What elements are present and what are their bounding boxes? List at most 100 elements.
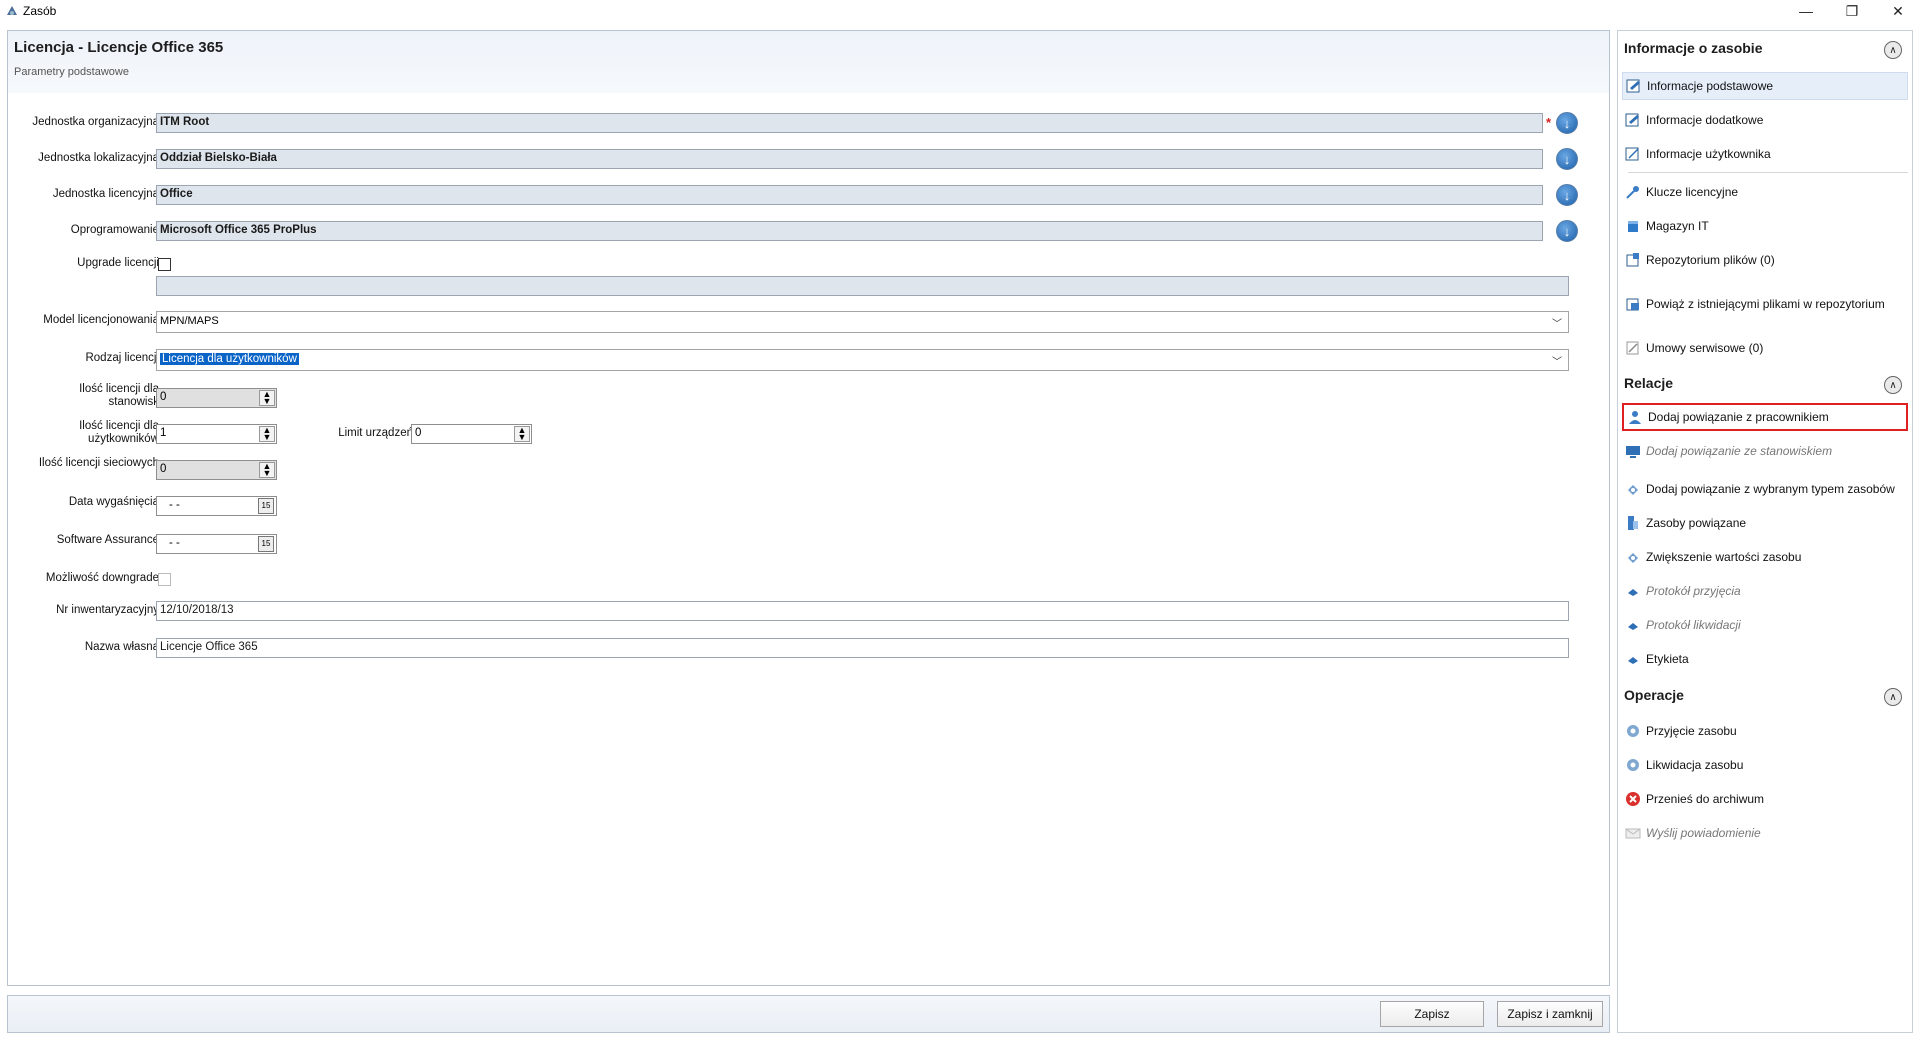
qty-network-label: Ilość licencji sieciowych — [38, 457, 159, 469]
loc-unit-field[interactable]: Oddział Bielsko-Biała — [156, 149, 1543, 169]
sidebar-item-label: Umowy serwisowe (0) — [1646, 341, 1764, 355]
sidebar-item-it-warehouse[interactable]: Magazyn IT — [1622, 212, 1908, 240]
qty-stations-stepper[interactable]: 0 ▲ ▼ — [156, 388, 277, 408]
sidebar-item-link-employee[interactable]: Dodaj powiązanie z pracownikiem — [1622, 403, 1908, 431]
related-resources-icon — [1628, 516, 1638, 530]
device-limit-stepper[interactable]: 0 ▲ ▼ — [411, 424, 532, 444]
workstation-icon — [1626, 446, 1640, 458]
expiry-date-field[interactable]: - - 15 — [156, 496, 277, 516]
chevron-down-icon: ﹀ — [1552, 357, 1562, 368]
link-resource-icon — [1628, 485, 1638, 495]
sidebar-item-user-info[interactable]: Informacje użytkownika — [1622, 140, 1908, 168]
accept-resource-icon — [1627, 725, 1639, 737]
lic-unit-select-icon[interactable]: ↓ — [1556, 184, 1578, 206]
inventory-no-label: Nr inwentaryzacyjny — [56, 604, 159, 616]
model-select[interactable]: MPN/MAPS ﹀ — [156, 311, 1569, 333]
link-employee-icon — [1629, 411, 1641, 424]
expiry-value: - - — [169, 499, 180, 511]
form-panel: Licencja - Licencje Office 365 Parametry… — [7, 30, 1610, 986]
contract-icon — [1626, 341, 1639, 355]
qty-stations-label-line1: Ilość licencji dla — [79, 383, 159, 395]
qty-network-stepper[interactable]: 0 ▲ ▼ — [156, 460, 277, 480]
footer-bar: Zapisz Zapisz i zamknij — [7, 995, 1610, 1033]
software-assurance-value: - - — [169, 537, 180, 549]
sidebar-item-link-workstation[interactable]: Dodaj powiązanie ze stanowiskiem — [1622, 437, 1908, 465]
sidebar-item-additional-info[interactable]: Informacje dodatkowe — [1622, 106, 1908, 134]
calendar-icon[interactable]: 15 — [258, 536, 274, 552]
resource-sidebar: Informacje o zasobie ∧ Informacje podsta… — [1617, 30, 1913, 1033]
sidebar-item-link-resource-type[interactable]: Dodaj powiązanie z wybranym typem zasobó… — [1622, 475, 1908, 503]
qty-stations-label: Ilość licencji dla stanowisk — [14, 383, 159, 409]
sidebar-item-link-files[interactable]: Powiąż z istniejącymi plikami w repozyto… — [1622, 290, 1908, 318]
software-field[interactable]: Microsoft Office 365 ProPlus — [156, 221, 1543, 241]
calendar-icon[interactable]: 15 — [258, 498, 274, 514]
sidebar-item-label: Informacje dodatkowe — [1646, 113, 1764, 127]
sidebar-item-send-notification[interactable]: Wyślij powiadomienie — [1622, 819, 1908, 847]
downgrade-label: Możliwość downgrade — [45, 572, 159, 584]
link-files-icon — [1626, 298, 1639, 311]
envelope-icon — [1625, 828, 1641, 839]
own-name-field[interactable]: Licencje Office 365 — [156, 638, 1569, 658]
spin-arrows-icon[interactable]: ▲ ▼ — [259, 462, 275, 478]
sidebar-item-file-repository[interactable]: Repozytorium plików (0) — [1622, 246, 1908, 274]
qty-stations-value: 0 — [160, 391, 167, 403]
downgrade-checkbox[interactable] — [158, 573, 171, 586]
inventory-no-field[interactable]: 12/10/2018/13 — [156, 601, 1569, 621]
spin-arrows-icon[interactable]: ▲ ▼ — [259, 426, 275, 442]
lic-unit-field[interactable]: Office — [156, 185, 1543, 205]
upgrade-field — [156, 276, 1569, 296]
sidebar-item-label-print[interactable]: Etykieta — [1622, 645, 1908, 673]
sidebar-item-label: Przyjęcie zasobu — [1646, 724, 1737, 738]
increase-value-icon — [1628, 553, 1638, 563]
protocol-icon — [1628, 623, 1638, 630]
org-unit-field[interactable]: ITM Root — [156, 113, 1543, 133]
save-close-button[interactable]: Zapisz i zamknij — [1497, 1001, 1603, 1027]
sidebar-item-label: Etykieta — [1646, 652, 1689, 666]
save-button[interactable]: Zapisz — [1380, 1001, 1484, 1027]
sidebar-item-label: Protokół likwidacji — [1646, 618, 1741, 632]
license-type-select[interactable]: Licencja dla użytkowników ﹀ — [156, 349, 1569, 371]
sidebar-item-increase-value[interactable]: Zwiększenie wartości zasobu — [1622, 543, 1908, 571]
spin-arrows-icon[interactable]: ▲ ▼ — [514, 426, 530, 442]
spin-arrows-icon[interactable]: ▲ ▼ — [259, 390, 275, 406]
qty-users-stepper[interactable]: 1 ▲ ▼ — [156, 424, 277, 444]
maximize-button[interactable]: ❐ — [1829, 0, 1875, 22]
software-label: Oprogramowanie — [70, 224, 159, 236]
sidebar-item-related-resources[interactable]: Zasoby powiązane — [1622, 509, 1908, 537]
chevron-down-icon: ﹀ — [1552, 319, 1562, 330]
minimize-button[interactable]: — — [1783, 0, 1829, 22]
sidebar-item-accept-resource[interactable]: Przyjęcie zasobu — [1622, 717, 1908, 745]
loc-unit-label: Jednostka lokalizacyjna — [38, 152, 159, 164]
qty-users-label-line2: użytkowników — [88, 433, 159, 445]
sidebar-item-move-archive[interactable]: Przenieś do archiwum — [1622, 785, 1908, 813]
upgrade-checkbox[interactable] — [158, 258, 171, 271]
info-section-title: Informacje o zasobie — [1624, 40, 1763, 56]
software-assurance-date-field[interactable]: - - 15 — [156, 534, 277, 554]
edit-form-icon — [1626, 79, 1640, 93]
sidebar-item-label: Likwidacja zasobu — [1646, 758, 1744, 772]
org-unit-select-icon[interactable]: ↓ — [1556, 112, 1578, 134]
sidebar-item-license-keys[interactable]: Klucze licencyjne — [1622, 178, 1908, 206]
upgrade-label: Upgrade licencji — [77, 257, 159, 269]
software-select-icon[interactable]: ↓ — [1556, 220, 1578, 242]
qty-users-label-line1: Ilość licencji dla — [79, 420, 159, 432]
edit-form-plus-icon — [1625, 113, 1639, 127]
sidebar-item-service-contracts[interactable]: Umowy serwisowe (0) — [1622, 334, 1908, 362]
license-type-label: Rodzaj licencji — [85, 352, 159, 364]
sidebar-item-liquidation-protocol[interactable]: Protokół likwidacji — [1622, 611, 1908, 639]
sidebar-item-label: Protokół przyjęcia — [1646, 584, 1741, 598]
loc-unit-select-icon[interactable]: ↓ — [1556, 148, 1578, 170]
sidebar-item-label: Wyślij powiadomienie — [1646, 826, 1761, 840]
sidebar-item-liquidate-resource[interactable]: Likwidacja zasobu — [1622, 751, 1908, 779]
app-icon — [7, 6, 17, 15]
collapse-icon[interactable]: ∧ — [1884, 688, 1902, 706]
close-button[interactable]: ✕ — [1875, 0, 1920, 22]
expiry-label: Data wygaśnięcia — [68, 496, 159, 508]
sidebar-item-label: Magazyn IT — [1646, 219, 1709, 233]
divider — [1628, 172, 1908, 173]
collapse-icon[interactable]: ∧ — [1884, 376, 1902, 394]
sidebar-item-acceptance-protocol[interactable]: Protokół przyjęcia — [1622, 577, 1908, 605]
sidebar-item-basic-info[interactable]: Informacje podstawowe — [1622, 72, 1908, 100]
archive-delete-icon — [1626, 792, 1640, 806]
collapse-icon[interactable]: ∧ — [1884, 41, 1902, 59]
